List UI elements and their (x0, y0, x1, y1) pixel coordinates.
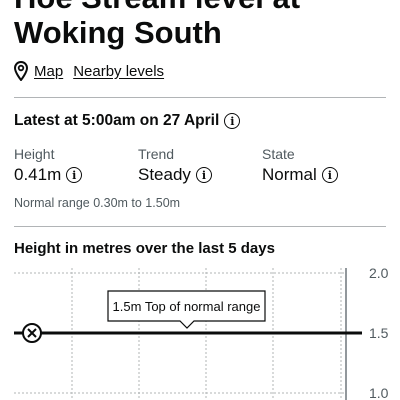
state-info-icon[interactable]: i (321, 167, 338, 183)
height-info-icon[interactable]: i (66, 167, 83, 183)
map-link[interactable]: Map (34, 63, 63, 80)
section-divider (14, 226, 386, 227)
height-label: Height (14, 146, 55, 162)
state-stat: State Normal i (262, 146, 338, 185)
map-pin-icon (14, 61, 28, 81)
close-icon (22, 323, 42, 343)
location-links: Map Nearby levels (14, 60, 164, 82)
state-value: Normal (262, 165, 317, 184)
state-label: State (262, 146, 295, 162)
chart-heading: Height in metres over the last 5 days (14, 240, 275, 257)
latest-reading-text: Latest at 5:00am on 27 April (14, 112, 220, 129)
y-tick-label: 1.5 (369, 325, 389, 341)
latest-reading-heading: Latest at 5:00am on 27 April i (14, 112, 241, 130)
height-stat: Height 0.41m i (14, 146, 83, 185)
trend-info-icon[interactable]: i (195, 167, 212, 183)
info-icon[interactable]: i (224, 113, 241, 129)
normal-range-text: Normal range 0.30m to 1.50m (14, 196, 181, 210)
reference-callout-label: 1.5m Top of normal range (113, 299, 261, 314)
trend-value: Steady (138, 165, 191, 184)
section-divider (14, 97, 386, 98)
trend-stat: Trend Steady i (138, 146, 212, 185)
nearby-levels-link[interactable]: Nearby levels (73, 63, 164, 80)
page-title: Hoe Stream level at Woking South (14, 0, 300, 50)
y-tick-label: 1.0 (369, 385, 389, 400)
height-value: 0.41m (14, 165, 62, 184)
y-tick-label: 2.0 (369, 265, 389, 281)
height-chart[interactable]: 1.5m Top of normal range 2.0 1.5 1.0 (0, 260, 400, 400)
trend-label: Trend (138, 146, 175, 162)
